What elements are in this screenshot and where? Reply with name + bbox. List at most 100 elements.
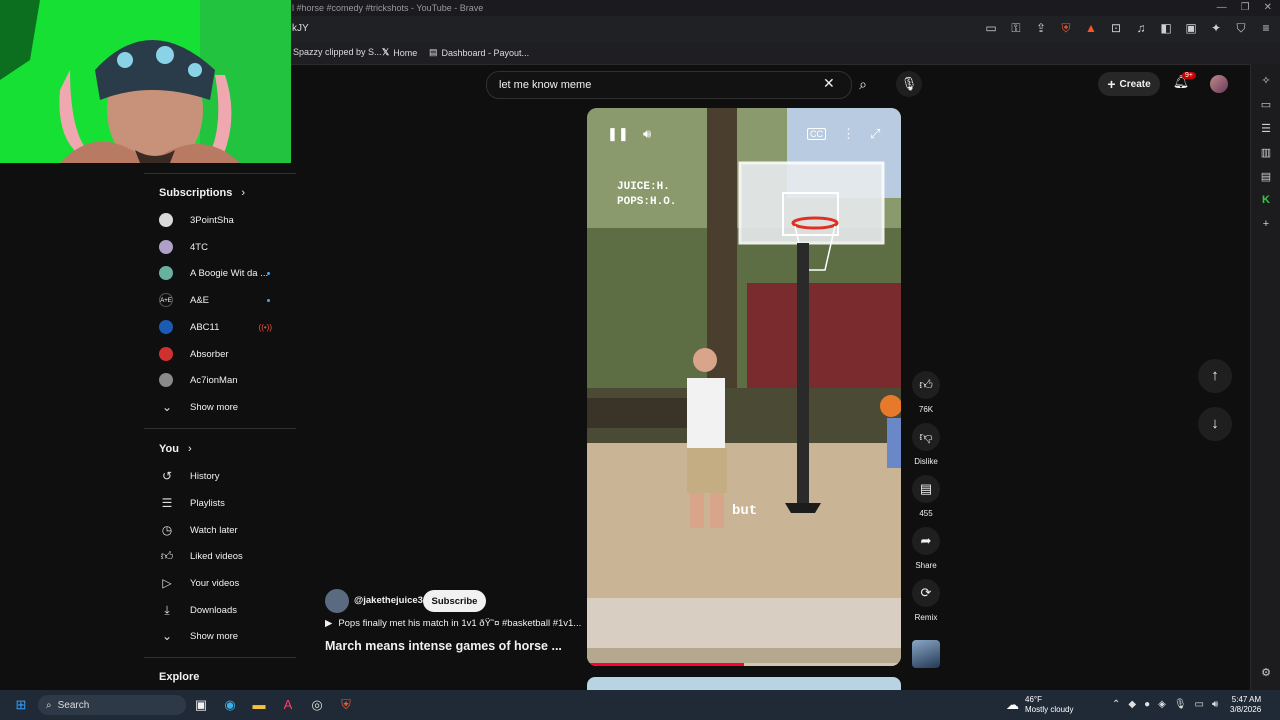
date: 3/8/2026: [1230, 705, 1262, 714]
channel-avatar: A+E: [159, 293, 173, 307]
weather-widget[interactable]: ☁ 46°F Mostly cloudy: [1006, 695, 1073, 715]
system-tray: ⌃ ◆ ● ◈ 🎙︎ ▭ 🔊︎: [1112, 699, 1218, 710]
related-video-link[interactable]: ▶ Pops finally met his match in 1v1 ðŸ˜¤…: [325, 618, 581, 629]
previous-short-button[interactable]: ↑: [1198, 359, 1232, 393]
channel-avatar[interactable]: [325, 589, 349, 613]
media-icon[interactable]: ♫: [1133, 21, 1149, 36]
sidebar-item-playlists[interactable]: ☰ Playlists: [159, 492, 289, 514]
chrome-icon[interactable]: ◎: [309, 697, 325, 713]
sidebar-item-3pointsha[interactable]: 3PointSha: [159, 209, 289, 231]
task-view-icon[interactable]: ▣: [193, 697, 209, 713]
sidebar-item-your-videos[interactable]: ▷ Your videos: [159, 572, 289, 594]
windows-start-icon[interactable]: ⊞: [13, 697, 29, 713]
search-box[interactable]: ✕: [486, 71, 852, 99]
key-icon[interactable]: ⚿: [1008, 21, 1024, 36]
channel-avatar: [159, 213, 173, 227]
volume-icon[interactable]: 🔊︎: [1212, 699, 1218, 710]
reading-list-icon[interactable]: ☰: [1259, 122, 1273, 136]
video-progress-bar[interactable]: [587, 663, 901, 666]
sidebar-item-ac7ionman[interactable]: Ac7ionMan: [159, 369, 289, 391]
tray-app-icon[interactable]: ◆: [1128, 699, 1136, 710]
clock[interactable]: 5:47 AM 3/8/2026: [1230, 695, 1261, 715]
create-button[interactable]: + Create: [1098, 72, 1160, 96]
restore-button[interactable]: ❐: [1241, 2, 1250, 13]
kick-icon[interactable]: K: [1259, 194, 1273, 208]
bookmark-item[interactable]: ▤ Dashboard - Payout...: [429, 47, 529, 58]
subscribe-button[interactable]: Subscribe: [423, 590, 486, 612]
remix-label: Remix: [914, 613, 938, 622]
tab-search-icon[interactable]: ⊡: [1108, 21, 1124, 36]
brave-shield-icon[interactable]: ⛨: [1058, 21, 1074, 36]
sidebar-item-absorber[interactable]: Absorber: [159, 343, 289, 365]
cast-icon[interactable]: ▭: [983, 21, 999, 36]
voice-search-button[interactable]: 🎙︎: [896, 71, 922, 97]
plus-icon: +: [1107, 76, 1116, 92]
weather-condition: Mostly cloudy: [1025, 705, 1074, 714]
clear-search-icon[interactable]: ✕: [823, 75, 835, 92]
sidebar-item-abc11[interactable]: ABC11 ((•)): [159, 316, 289, 338]
leo-ai-icon[interactable]: ✧: [1259, 74, 1273, 88]
like-icon: 👍︎: [160, 548, 174, 563]
history-icon[interactable]: ▤: [1259, 170, 1273, 184]
you-heading[interactable]: You ›: [159, 443, 192, 455]
brave-rewards-icon[interactable]: ▲: [1083, 21, 1099, 36]
sound-thumbnail[interactable]: [912, 640, 940, 668]
sidebar-item-liked-videos[interactable]: 👍︎ Liked videos: [159, 545, 289, 567]
channel-name[interactable]: @jakethejuice3: [354, 595, 423, 606]
volume-button[interactable]: 🔊︎: [643, 126, 651, 142]
your-videos-icon: ▷: [162, 576, 172, 590]
mic-icon[interactable]: 🎙︎: [1174, 699, 1187, 710]
next-short-button[interactable]: ↓: [1198, 407, 1232, 441]
more-options-button[interactable]: ⋮: [842, 126, 855, 142]
tv-icon[interactable]: ▭: [1259, 98, 1273, 112]
share-page-icon[interactable]: ⇪: [1033, 21, 1049, 36]
chevron-up-icon[interactable]: ⌃: [1112, 699, 1120, 710]
dislike-button[interactable]: 👎︎ Dislike: [912, 423, 940, 466]
bookmark-label: Spazzy clipped by S...: [293, 47, 382, 57]
show-more-subscriptions[interactable]: ⌄ Show more: [159, 396, 289, 418]
bookmarks-icon[interactable]: ▥: [1259, 146, 1273, 160]
close-window-button[interactable]: ✕: [1264, 2, 1272, 13]
pause-button[interactable]: ❚❚: [607, 126, 629, 142]
sidebar-item-a-boogie[interactable]: A Boogie Wit da ...: [159, 262, 289, 284]
shorts-video-player[interactable]: ❚❚ 🔊︎ CC ⋮ ⤢ JUICE:H. POPS:H.O. but: [587, 108, 901, 666]
url-text[interactable]: kJY: [292, 23, 309, 34]
tray-app-icon[interactable]: ◈: [1158, 699, 1166, 710]
like-button[interactable]: 👍︎ 76K: [912, 371, 940, 414]
share-button[interactable]: ➦ Share: [912, 527, 940, 570]
add-panel-icon[interactable]: +: [1259, 218, 1273, 232]
captions-button[interactable]: CC: [807, 128, 826, 140]
remix-button[interactable]: ⟳ Remix: [912, 579, 940, 622]
bookmark-item[interactable]: Spazzy clipped by S...: [293, 47, 382, 57]
sidebar-item-ae[interactable]: A+E A&E: [159, 289, 289, 311]
show-more-you[interactable]: ⌄ Show more: [159, 625, 289, 647]
account-avatar[interactable]: [1210, 75, 1228, 93]
settings-icon[interactable]: ⚙: [1259, 666, 1273, 680]
minimize-button[interactable]: —: [1217, 2, 1227, 13]
taskbar-search[interactable]: ⌕ Search: [38, 695, 186, 715]
fullscreen-button[interactable]: ⤢: [870, 126, 880, 142]
sidebar-toggle-icon[interactable]: ◧: [1158, 21, 1174, 36]
menu-icon[interactable]: ≡: [1258, 21, 1274, 36]
search-button[interactable]: ⌕: [850, 71, 876, 97]
bookmark-item[interactable]: 𝕏 Home: [382, 47, 417, 58]
leo-icon[interactable]: ✦: [1208, 21, 1224, 36]
wallet-icon[interactable]: ▣: [1183, 21, 1199, 36]
adobe-icon[interactable]: A: [280, 697, 296, 713]
sidebar-item-history[interactable]: ↺ History: [159, 465, 289, 487]
notifications-button[interactable]: 🔔︎ 9+: [1172, 72, 1196, 92]
edge-icon[interactable]: ◉: [222, 697, 238, 713]
live-icon: ((•)): [258, 322, 272, 332]
vpn-icon[interactable]: ⛉: [1233, 21, 1249, 36]
video-title[interactable]: March means intense games of horse ...: [325, 639, 562, 653]
search-input[interactable]: [497, 76, 801, 94]
tray-app-icon[interactable]: ●: [1144, 699, 1150, 710]
subscriptions-heading[interactable]: Subscriptions ›: [159, 187, 245, 199]
comments-button[interactable]: ▤ 455: [912, 475, 940, 518]
network-icon[interactable]: ▭: [1195, 699, 1204, 710]
sidebar-item-4tc[interactable]: 4TC: [159, 236, 289, 258]
sidebar-item-watch-later[interactable]: ◷ Watch later: [159, 519, 289, 541]
sidebar-item-downloads[interactable]: ⤓ Downloads: [159, 599, 289, 621]
brave-icon[interactable]: ⛨: [338, 697, 354, 713]
file-explorer-icon[interactable]: ▬: [251, 697, 267, 713]
